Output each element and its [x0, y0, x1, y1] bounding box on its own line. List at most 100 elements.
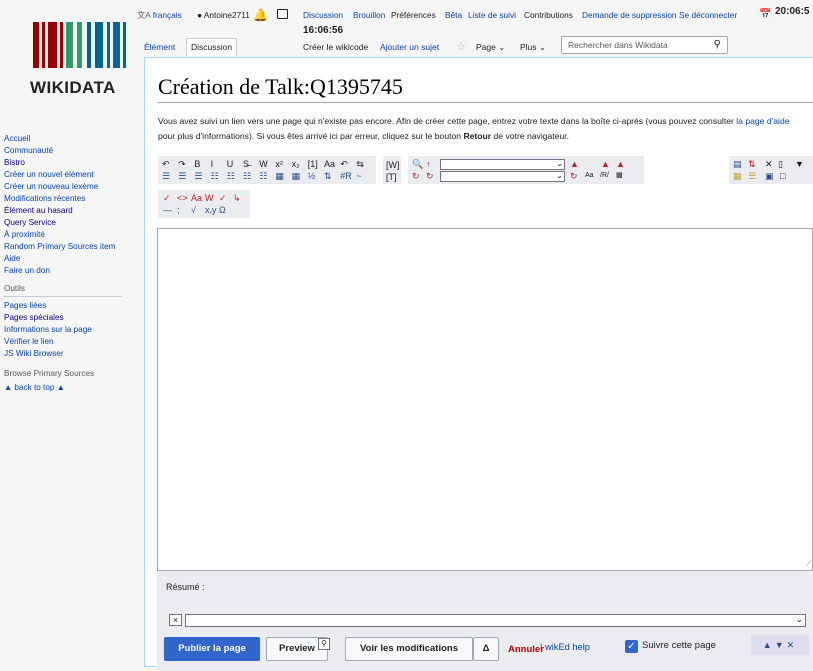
find-ahead-icon[interactable]: ▩: [616, 171, 623, 181]
jump-bottom-icon[interactable]: ▼: [795, 159, 804, 169]
user-link[interactable]: ● Antoine2711: [197, 8, 250, 22]
sidebar-item[interactable]: Élément au hasard: [4, 206, 139, 216]
sandbox-link[interactable]: Brouillon: [353, 8, 385, 22]
regexp-icon[interactable]: /R/: [600, 171, 609, 181]
toolbar-button[interactable]: ⇆: [356, 159, 364, 169]
toolbar-button[interactable]: Aa: [324, 159, 335, 169]
toolbar-button[interactable]: U: [227, 159, 234, 169]
toolbar-button[interactable]: √: [191, 205, 196, 215]
toolbar-button[interactable]: ;: [177, 205, 180, 215]
sidebar-item[interactable]: Random Primary Sources item: [4, 242, 139, 252]
toolbar-button[interactable]: ✓: [163, 193, 171, 203]
replace-text-select[interactable]: ⌄: [440, 171, 565, 182]
deletion-request-link[interactable]: Demande de suppression: [582, 8, 677, 22]
replace-all-icon[interactable]: ↻: [426, 171, 434, 181]
toolbar-button[interactable]: ✓: [219, 193, 227, 203]
sidebar-item[interactable]: Vérifier le lien: [4, 337, 139, 347]
close-icon[interactable]: ✕: [765, 159, 773, 169]
wikied-bottom-buttons[interactable]: ▲▼✕: [751, 635, 809, 655]
help-page-link[interactable]: la page d'aide: [736, 116, 789, 126]
back-to-top-link[interactable]: ▲ back to top ▲: [4, 383, 139, 393]
toolbar-button[interactable]: ⇅: [324, 171, 332, 181]
toolbar-button[interactable]: <>: [177, 193, 188, 203]
toolbar-button[interactable]: ▦: [292, 171, 301, 181]
sidebar-item[interactable]: Pages liées: [4, 301, 139, 311]
sidebar-item[interactable]: Créer un nouvel élément: [4, 170, 139, 180]
toolbar-button[interactable]: B: [194, 159, 200, 169]
sidebar-item[interactable]: Créer un nouveau lexème: [4, 182, 139, 192]
toolbar-button[interactable]: ☷: [243, 171, 251, 181]
toolbar-button[interactable]: W: [205, 193, 214, 203]
preferences-link[interactable]: Préférences: [391, 8, 436, 22]
sidebar-item[interactable]: Aide: [4, 254, 139, 264]
jump-top-icon[interactable]: ▲: [763, 640, 775, 650]
cancel-link[interactable]: Annuler: [508, 644, 544, 655]
fullscreen-toggle-icon[interactable]: □: [780, 171, 785, 181]
toolbar-button[interactable]: ↳: [233, 193, 241, 203]
replace-next-icon[interactable]: ↻: [570, 171, 578, 181]
toolbar-button[interactable]: x²: [275, 159, 283, 169]
watchlist-link[interactable]: Liste de suivi: [468, 8, 516, 22]
contributions-link[interactable]: Contributions: [524, 8, 573, 22]
tab-discussion[interactable]: Discussion: [186, 38, 238, 56]
sidebar-item[interactable]: Query Service: [4, 218, 139, 228]
toolbar-button[interactable]: #R: [340, 171, 352, 181]
toolbar-button[interactable]: S̶: [243, 159, 249, 169]
watch-star-icon[interactable]: ☆: [452, 38, 470, 56]
sidebar-item[interactable]: Communauté: [4, 146, 139, 156]
tab-add-topic[interactable]: Ajouter un sujet: [376, 38, 443, 56]
local-diff-button[interactable]: Δ: [473, 637, 499, 661]
replace-icon[interactable]: ↻: [412, 171, 420, 181]
highlight-syntax-icon[interactable]: ☰: [748, 171, 756, 181]
search-input[interactable]: Rechercher dans Wikidata ⚲: [561, 36, 728, 54]
sidebar-item[interactable]: JS Wiki Browser: [4, 349, 139, 359]
toolbar-button[interactable]: ½: [308, 171, 316, 181]
clear-summary-button[interactable]: ×: [169, 614, 182, 626]
notifications-bell-icon[interactable]: 🔔: [253, 8, 268, 22]
jump-prev-icon[interactable]: ▲: [601, 159, 610, 169]
textify-button[interactable]: [T]: [386, 172, 397, 182]
beta-link[interactable]: Bêta: [445, 8, 462, 22]
jump-next-icon[interactable]: ▲: [616, 159, 625, 169]
watch-checkbox[interactable]: ✓: [625, 640, 638, 653]
keep-selection-icon[interactable]: ⇅: [748, 159, 756, 169]
publish-button[interactable]: Publier la page: [164, 637, 260, 661]
utc-clock[interactable]: 20:06:5: [775, 6, 809, 17]
toolbar-button[interactable]: ☰: [194, 171, 202, 181]
use-wikied-icon[interactable]: ▦: [733, 171, 742, 181]
user-talk-link[interactable]: Discussion: [303, 8, 343, 22]
toolbar-button[interactable]: ▦: [275, 171, 284, 181]
toolbar-button[interactable]: ☷: [211, 171, 219, 181]
toolbar-button[interactable]: ☷: [227, 171, 235, 181]
sidebar-item[interactable]: Modifications récentes: [4, 194, 139, 204]
search-icon[interactable]: ⚲: [714, 37, 721, 53]
tab-create-wikicode[interactable]: Créer le wikicode: [299, 38, 372, 56]
find-next-icon[interactable]: ▲: [570, 159, 579, 169]
find-icon[interactable]: 🔍: [412, 159, 423, 169]
sidebar-item[interactable]: Faire un don: [4, 266, 139, 276]
toolbar-button[interactable]: ☷: [259, 171, 267, 181]
preview-toggle-icon[interactable]: ▣: [765, 171, 774, 181]
full-screen-icon[interactable]: ▯: [778, 159, 783, 169]
wikified-view-icon[interactable]: ▤: [733, 159, 742, 169]
toolbar-button[interactable]: Ω: [219, 205, 226, 215]
find-text-select[interactable]: ⌄: [440, 159, 565, 170]
case-sensitive-icon[interactable]: Aa: [585, 171, 594, 181]
local-preview-icon[interactable]: ⚲: [318, 638, 330, 650]
sidebar-item[interactable]: Informations sur la page: [4, 325, 139, 335]
toolbar-button[interactable]: ☰: [178, 171, 186, 181]
sidebar-item[interactable]: À proximité: [4, 230, 139, 240]
toolbar-button[interactable]: ↷: [178, 159, 186, 169]
sidebar-item[interactable]: Accueil: [4, 134, 139, 144]
close-icon[interactable]: ✕: [787, 640, 798, 650]
language-selector[interactable]: 文A français: [137, 8, 182, 22]
toolbar-button[interactable]: [1]: [308, 159, 318, 169]
wikify-button[interactable]: [W]: [386, 160, 400, 170]
toolbar-button[interactable]: ~: [356, 171, 361, 181]
tab-item[interactable]: Élément: [140, 38, 179, 56]
wikidata-logo[interactable]: WIKIDATA: [30, 22, 130, 102]
show-changes-button[interactable]: Voir les modifications: [345, 637, 473, 661]
toolbar-button[interactable]: x,y: [205, 205, 217, 215]
toolbar-button[interactable]: Aa: [191, 193, 202, 203]
toolbar-button[interactable]: ↶: [340, 159, 348, 169]
